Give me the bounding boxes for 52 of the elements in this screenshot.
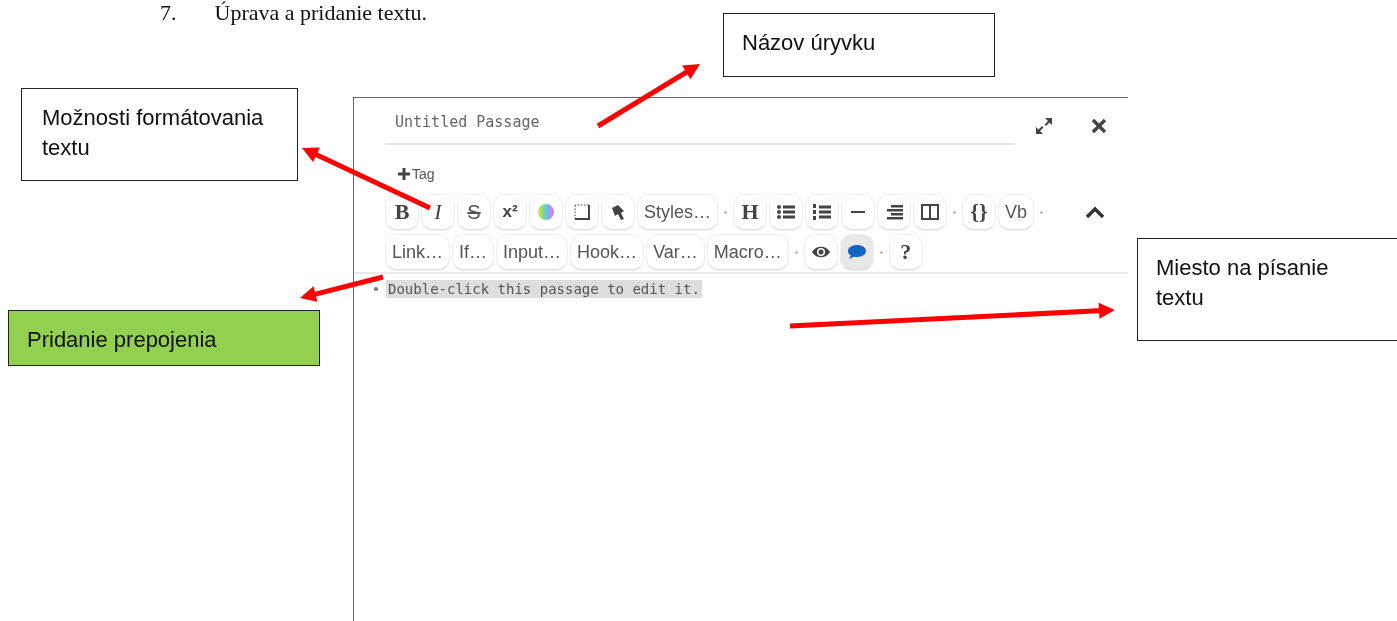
toolbar-button[interactable]: Link…: [385, 234, 451, 270]
border-box-icon: [572, 202, 592, 222]
passage-text[interactable]: Double-click this passage to edit it.: [386, 280, 702, 298]
align-right-icon: [884, 202, 905, 222]
heading: Úprava a pridanie textu.: [214, 0, 428, 26]
columns-icon: [920, 202, 941, 222]
separator-dot: [1040, 210, 1044, 214]
border-box-button[interactable]: [565, 194, 599, 230]
toolbar-button[interactable]: ?: [888, 234, 923, 270]
speech-bubble-icon: [846, 242, 867, 262]
align-right-button[interactable]: [877, 194, 912, 230]
close-icon[interactable]: [1091, 118, 1107, 134]
toolbar-button[interactable]: Var…: [646, 234, 705, 270]
callout-text: Pridanie prepojenia: [27, 327, 217, 352]
toolbar-button[interactable]: S: [457, 194, 491, 230]
columns-button[interactable]: [913, 194, 948, 230]
callout-text: Miesto na písanie textu: [1156, 255, 1329, 310]
speech-bubble-button[interactable]: [839, 234, 874, 270]
toolbar-button[interactable]: Vb: [998, 194, 1035, 230]
toolbar-button[interactable]: H: [733, 194, 768, 230]
toolbar-button[interactable]: B: [385, 194, 419, 230]
color-wheel-icon: [536, 202, 556, 222]
expand-icon[interactable]: [1035, 117, 1053, 135]
horizontal-rule-button[interactable]: [841, 194, 876, 230]
callout-text: Možnosti formátovania textu: [42, 105, 264, 160]
format-brush-button[interactable]: [601, 194, 635, 230]
toolbar-button[interactable]: Macro…: [706, 234, 789, 270]
toolbar-button[interactable]: Styles…: [637, 194, 719, 230]
add-tag-button[interactable]: Tag: [398, 166, 435, 182]
bullet-icon: [374, 287, 378, 291]
separator-dot: [724, 210, 728, 214]
eye-button[interactable]: [803, 234, 838, 270]
plus-icon: [398, 168, 410, 180]
step-number: 7.: [160, 0, 177, 26]
numbered-list-button[interactable]: [805, 194, 840, 230]
bullet-list-icon: [776, 202, 797, 222]
toolbar-button[interactable]: {}: [962, 194, 997, 230]
separator-dot: [879, 250, 883, 254]
numbered-list-icon: [812, 202, 833, 222]
toolbar-button[interactable]: Hook…: [570, 234, 645, 270]
color-wheel-button[interactable]: [529, 194, 563, 230]
collapse-icon[interactable]: [1085, 205, 1106, 219]
bullet-list-button[interactable]: [769, 194, 804, 230]
horizontal-rule-icon: [851, 210, 866, 214]
passage-title[interactable]: Untitled Passage: [385, 107, 1015, 145]
toolbar-button[interactable]: I: [421, 194, 455, 230]
toolbar-button[interactable]: Input…: [496, 234, 569, 270]
callout-text: Názov úryvku: [742, 30, 876, 55]
separator-dot: [953, 210, 957, 214]
separator-dot: [794, 250, 798, 254]
toolbar-button[interactable]: x²: [493, 194, 527, 230]
toolbar-button[interactable]: If…: [452, 234, 495, 270]
